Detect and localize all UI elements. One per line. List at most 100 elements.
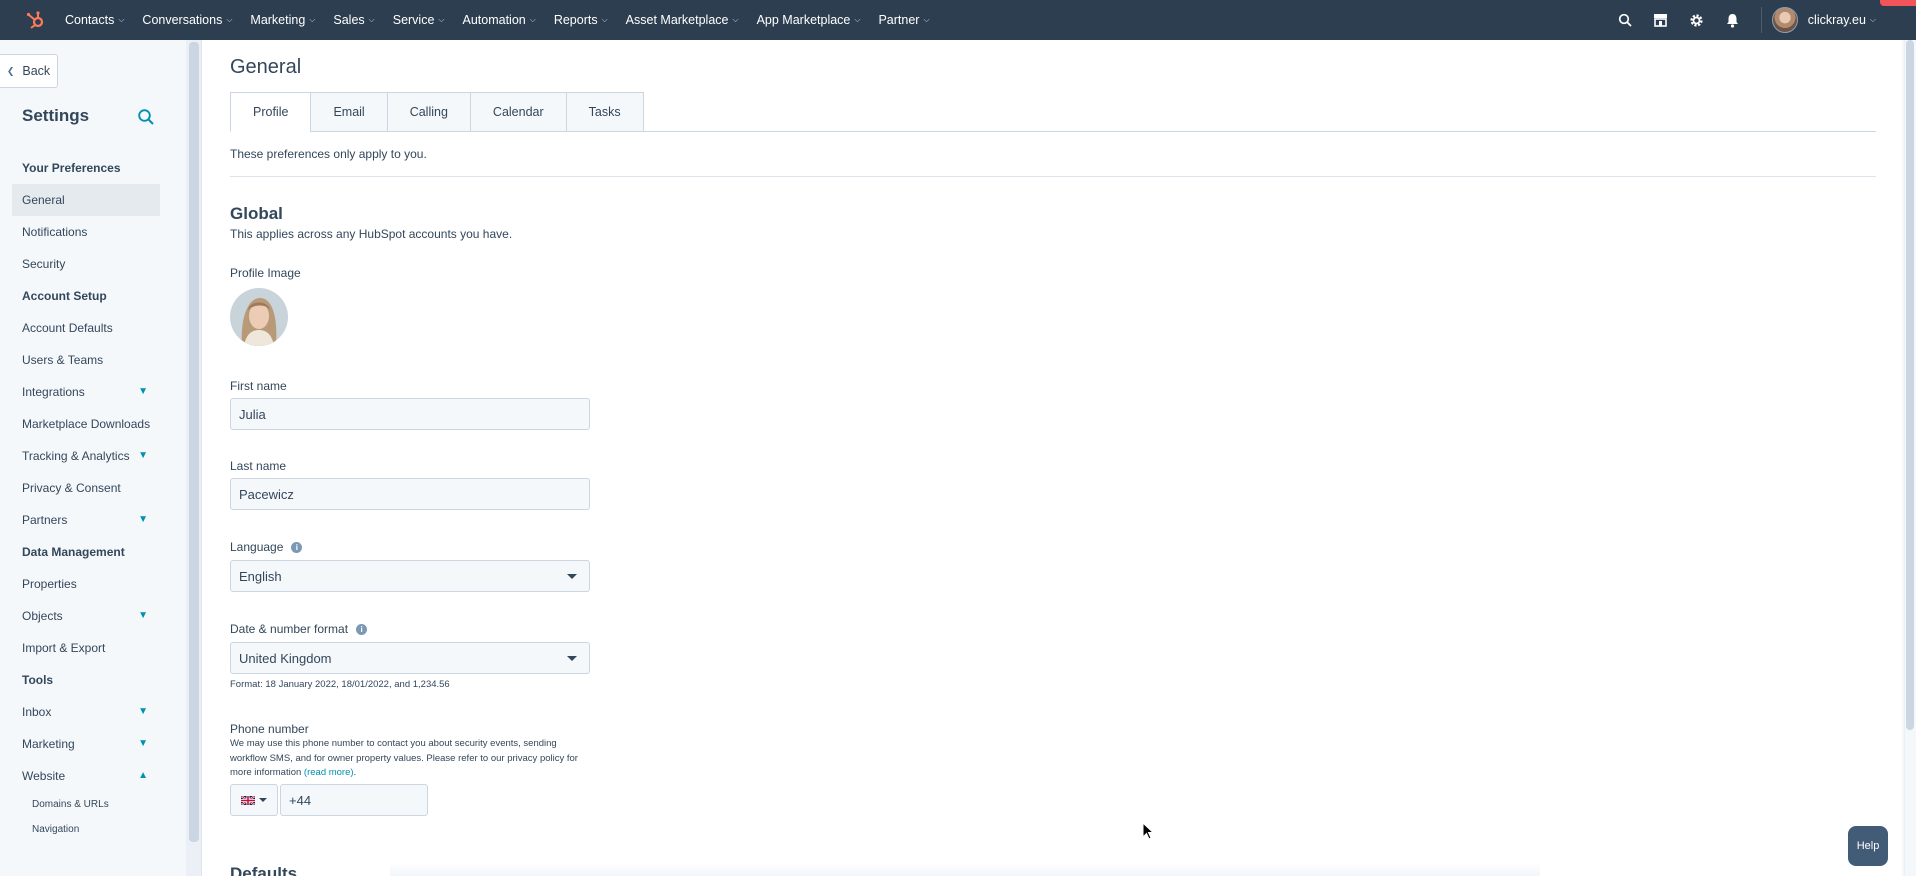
chevron-left-icon: ❮ bbox=[6, 65, 15, 76]
country-code-select[interactable] bbox=[230, 784, 278, 816]
sidebar-item-notifications[interactable]: Notifications bbox=[0, 216, 160, 248]
phone-description: We may use this phone number to contact … bbox=[230, 738, 578, 778]
sidebar-scrollbar[interactable] bbox=[189, 42, 199, 842]
sidebar-item-inbox[interactable]: Inbox ▼ bbox=[0, 696, 160, 728]
first-name-label: First name bbox=[230, 379, 287, 393]
sidebar-item-privacy-consent[interactable]: Privacy & Consent bbox=[0, 472, 160, 504]
avatar bbox=[1771, 7, 1798, 33]
sidebar-item-general[interactable]: General bbox=[12, 184, 160, 216]
language-select[interactable]: English bbox=[230, 560, 590, 592]
tab-calling[interactable]: Calling bbox=[386, 92, 470, 132]
sidebar-item-marketplace-downloads[interactable]: Marketplace Downloads bbox=[0, 408, 160, 440]
sidebar-item-security[interactable]: Security bbox=[0, 248, 160, 280]
nav-partner[interactable]: Partner ⌵ bbox=[869, 0, 938, 40]
last-name-field[interactable] bbox=[230, 478, 590, 510]
chevron-down-icon: ▼ bbox=[138, 514, 148, 525]
chevron-down-icon: ⌵ bbox=[854, 15, 861, 24]
tab-tasks[interactable]: Tasks bbox=[565, 92, 644, 132]
chevron-down-icon: ⌵ bbox=[529, 15, 536, 24]
tab-profile[interactable]: Profile bbox=[230, 92, 311, 132]
profile-image-label: Profile Image bbox=[230, 266, 301, 280]
chevron-up-icon: ▲ bbox=[138, 770, 148, 781]
bottom-shadow bbox=[390, 862, 1540, 876]
chevron-down-icon: ▼ bbox=[138, 386, 148, 397]
nav-divider bbox=[1760, 7, 1762, 33]
sidebar-item-account-defaults[interactable]: Account Defaults bbox=[0, 312, 160, 344]
sidebar-item-tracking-analytics[interactable]: Tracking & Analytics ▼ bbox=[0, 440, 160, 472]
sidebar-item-partners[interactable]: Partners ▼ bbox=[0, 504, 160, 536]
phone-number-label: Phone number bbox=[230, 722, 309, 736]
caret-down-icon bbox=[567, 656, 577, 661]
nav-sales[interactable]: Sales ⌵ bbox=[324, 0, 383, 40]
gear-icon[interactable] bbox=[1679, 0, 1715, 40]
profile-image[interactable] bbox=[230, 288, 288, 346]
section-account-setup: Account Setup bbox=[22, 289, 107, 303]
nav-automation[interactable]: Automation ⌵ bbox=[454, 0, 545, 40]
chevron-down-icon: ⌵ bbox=[923, 15, 930, 24]
nav-conversations[interactable]: Conversations ⌵ bbox=[133, 0, 241, 40]
chevron-down-icon: ▼ bbox=[138, 706, 148, 717]
sidebar-item-import-export[interactable]: Import & Export bbox=[0, 632, 160, 664]
caret-down-icon bbox=[259, 798, 267, 802]
nav-app-marketplace[interactable]: App Marketplace ⌵ bbox=[748, 0, 870, 40]
info-icon[interactable]: i bbox=[356, 624, 368, 635]
nav-right-tools: clickray.eu ⌵ bbox=[1607, 0, 1916, 40]
date-format-select[interactable]: United Kingdom bbox=[230, 642, 590, 674]
mouse-cursor-icon bbox=[1142, 821, 1155, 845]
first-name-field[interactable] bbox=[230, 398, 590, 430]
account-name: clickray.eu bbox=[1807, 13, 1866, 27]
section-tools: Tools bbox=[22, 673, 54, 687]
sidebar-item-properties[interactable]: Properties bbox=[0, 568, 160, 600]
settings-title: Settings bbox=[22, 106, 90, 125]
sidebar-subitem-navigation[interactable]: Navigation bbox=[0, 817, 186, 842]
nav-marketing[interactable]: Marketing ⌵ bbox=[241, 0, 324, 40]
tab-email[interactable]: Email bbox=[310, 92, 387, 132]
chevron-down-icon: ⌵ bbox=[1869, 15, 1876, 24]
nav-service[interactable]: Service ⌵ bbox=[384, 0, 454, 40]
phone-number-input[interactable] bbox=[280, 784, 428, 816]
nav-asset-marketplace[interactable]: Asset Marketplace ⌵ bbox=[617, 0, 748, 40]
marketplace-icon[interactable] bbox=[1643, 0, 1679, 40]
date-format-label: Date & number format i bbox=[230, 622, 368, 636]
main-content: General Profile Email Calling Calendar T… bbox=[202, 40, 1902, 876]
bell-icon[interactable] bbox=[1715, 0, 1751, 40]
sidebar-item-marketing[interactable]: Marketing ▼ bbox=[0, 728, 160, 760]
search-icon[interactable] bbox=[137, 108, 155, 126]
global-subtext: This applies across any HubSpot accounts… bbox=[230, 227, 513, 241]
sidebar-item-website[interactable]: Website ▲ bbox=[0, 760, 160, 792]
search-icon[interactable] bbox=[1607, 0, 1643, 40]
sidebar-item-objects[interactable]: Objects ▼ bbox=[0, 600, 160, 632]
nav-contacts[interactable]: Contacts ⌵ bbox=[56, 0, 133, 40]
section-data-management: Data Management bbox=[22, 545, 125, 559]
preferences-note: These preferences only apply to you. bbox=[230, 147, 427, 161]
tab-bar: Profile Email Calling Calendar Tasks bbox=[230, 92, 644, 132]
account-menu[interactable]: clickray.eu ⌵ bbox=[1771, 7, 1916, 33]
caret-down-icon bbox=[567, 574, 577, 579]
chevron-down-icon: ⌵ bbox=[118, 15, 125, 24]
hubspot-logo-icon[interactable] bbox=[14, 0, 56, 40]
nav-reports[interactable]: Reports ⌵ bbox=[545, 0, 617, 40]
format-hint: Format: 18 January 2022, 18/01/2022, and… bbox=[230, 679, 450, 690]
main-scrollbar[interactable] bbox=[1906, 40, 1914, 730]
chevron-down-icon: ⌵ bbox=[438, 15, 445, 24]
chevron-down-icon: ⌵ bbox=[732, 15, 739, 24]
chevron-down-icon: ▼ bbox=[138, 610, 148, 621]
sidebar-subitem-domains-urls[interactable]: Domains & URLs bbox=[0, 792, 186, 817]
chevron-down-icon: ⌵ bbox=[601, 15, 608, 24]
chevron-down-icon: ▼ bbox=[138, 450, 148, 461]
info-icon[interactable]: i bbox=[291, 542, 303, 553]
read-more-link[interactable]: (read more) bbox=[304, 767, 354, 778]
back-button[interactable]: ❮ Back bbox=[0, 54, 58, 88]
notification-strip bbox=[1880, 0, 1916, 6]
sidebar-item-users-teams[interactable]: Users & Teams bbox=[0, 344, 160, 376]
chevron-down-icon: ⌵ bbox=[368, 15, 375, 24]
chevron-down-icon: ⌵ bbox=[226, 15, 233, 24]
help-button[interactable]: Help bbox=[1848, 826, 1888, 866]
uk-flag-icon bbox=[241, 795, 255, 805]
sidebar-item-integrations[interactable]: Integrations ▼ bbox=[0, 376, 160, 408]
section-your-preferences: Your Preferences bbox=[22, 161, 121, 175]
nav-menu: Contacts ⌵ Conversations ⌵ Marketing ⌵ Sale… bbox=[56, 0, 939, 40]
defaults-heading: Defaults bbox=[230, 864, 298, 876]
chevron-down-icon: ▼ bbox=[138, 738, 148, 749]
tab-calendar[interactable]: Calendar bbox=[469, 92, 566, 132]
